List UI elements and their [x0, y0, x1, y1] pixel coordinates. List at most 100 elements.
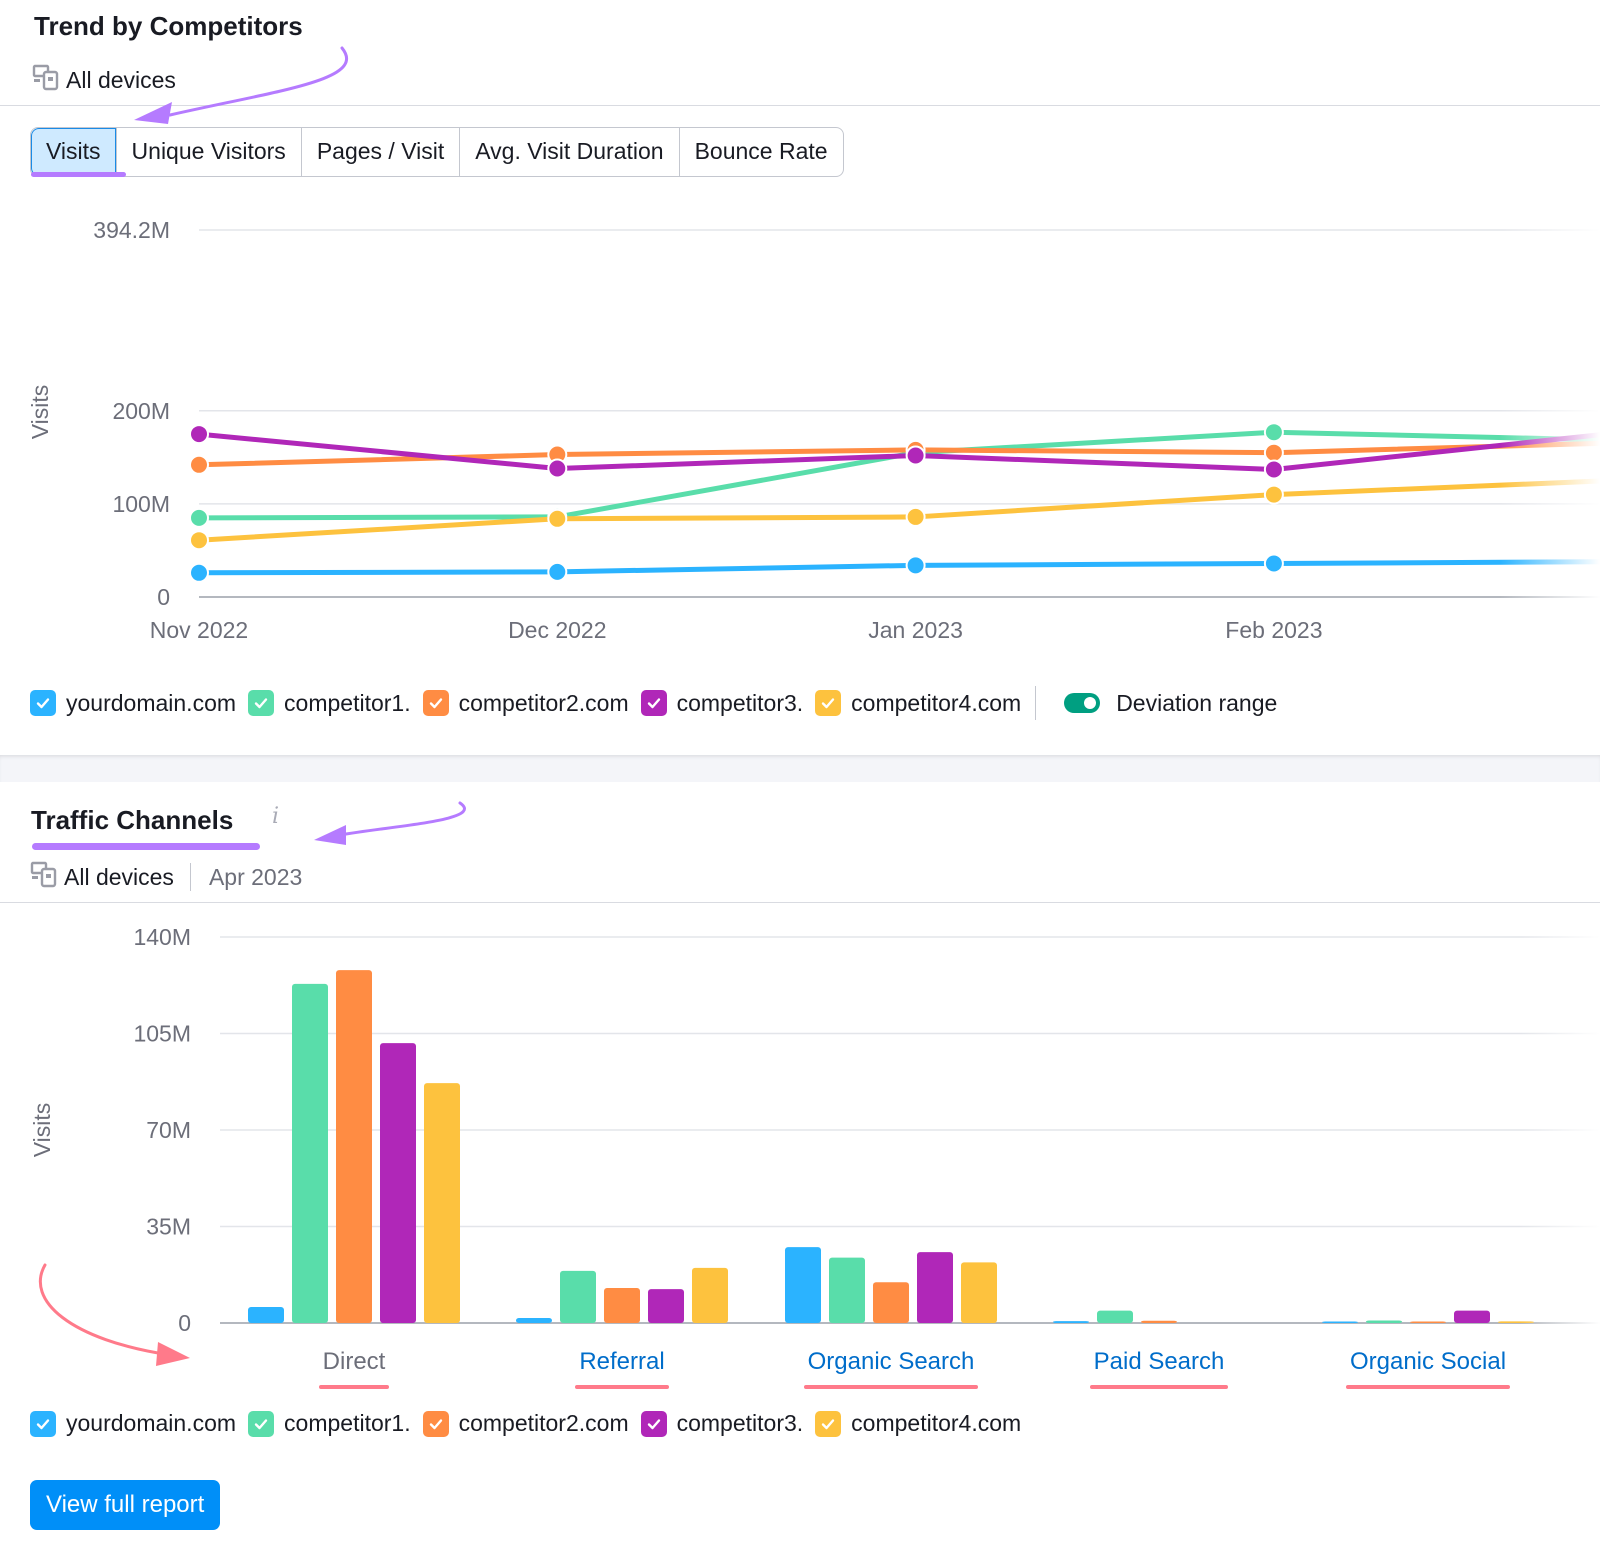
data-point[interactable]	[189, 454, 209, 475]
annotation-arrow-categories	[38, 1263, 190, 1366]
series-line	[198, 559, 1600, 576]
y-tick-label: 105M	[133, 1021, 191, 1047]
data-point[interactable]	[905, 555, 926, 576]
series-line	[198, 429, 1600, 521]
tab-bounce-rate[interactable]: Bounce Rate	[678, 128, 843, 176]
data-point[interactable]	[1263, 442, 1284, 463]
bar-competitor2[interactable]	[336, 970, 372, 1323]
legend-label: yourdomain.com	[66, 689, 237, 716]
tab-unique-visitors[interactable]: Unique Visitors	[115, 128, 301, 176]
tab-pages-per-visit[interactable]: Pages / Visit	[300, 128, 459, 176]
bar-competitor1[interactable]	[560, 1270, 596, 1323]
legend-label: competitor1.	[284, 1410, 411, 1436]
checkbox-competitor2[interactable]	[422, 1410, 449, 1437]
bar-competitor3[interactable]	[1454, 1310, 1490, 1323]
checkbox-competitor3[interactable]	[640, 690, 667, 716]
checkbox-yourdomain[interactable]	[30, 690, 56, 716]
data-point[interactable]	[189, 530, 209, 551]
checkbox-competitor3[interactable]	[640, 1410, 667, 1437]
bar-group-paid-search	[1053, 1310, 1177, 1323]
legend-item-yourdomain[interactable]: yourdomain.com	[30, 1410, 236, 1437]
checkbox-competitor4[interactable]	[815, 690, 842, 716]
bar-competitor1[interactable]	[1366, 1320, 1402, 1323]
checkbox-competitor2[interactable]	[422, 690, 449, 716]
data-point[interactable]	[1263, 484, 1284, 505]
data-point[interactable]	[189, 424, 209, 445]
data-point[interactable]	[1263, 422, 1284, 443]
legend-item-competitor4[interactable]: competitor4.com	[815, 690, 1021, 717]
x-tick-label: Jan 2023	[868, 617, 963, 643]
legend-item-competitor1[interactable]: competitor1.	[248, 1410, 411, 1437]
data-point[interactable]	[189, 562, 209, 583]
y-tick-label: 100M	[112, 491, 170, 517]
legend-item-competitor1[interactable]: competitor1.	[248, 690, 411, 717]
channels-period: Apr 2023	[208, 863, 303, 890]
annotation-arrow-title	[314, 801, 466, 845]
annotation-underline	[803, 1385, 979, 1389]
channels-device-label[interactable]: All devices	[64, 864, 174, 891]
checkbox-competitor1[interactable]	[248, 1410, 275, 1437]
legend-label: competitor3.	[676, 689, 804, 716]
bar-competitor2[interactable]	[604, 1287, 640, 1323]
bar-competitor2[interactable]	[1410, 1321, 1446, 1324]
channels-filter-row: All devices Apr 2023	[30, 860, 302, 894]
chart-fade-overlay	[1520, 910, 1600, 1330]
bar-yourdomain[interactable]	[1053, 1321, 1089, 1323]
data-point[interactable]	[547, 561, 568, 582]
category-label-referral[interactable]: Referral	[579, 1348, 664, 1376]
checkbox-yourdomain[interactable]	[30, 1410, 56, 1437]
data-point[interactable]	[189, 507, 209, 528]
checkbox-competitor1[interactable]	[248, 690, 275, 716]
bar-competitor1[interactable]	[1097, 1310, 1133, 1323]
legend-item-competitor3[interactable]: competitor3.	[640, 1410, 803, 1437]
annotation-underline	[1089, 1385, 1229, 1389]
data-point[interactable]	[905, 445, 926, 466]
bar-yourdomain[interactable]	[516, 1318, 552, 1323]
annotation-underline-title	[32, 843, 260, 850]
view-full-report-button[interactable]: View full report	[30, 1480, 221, 1530]
category-label-paid-search[interactable]: Paid Search	[1094, 1348, 1225, 1376]
legend-item-yourdomain[interactable]: yourdomain.com	[30, 690, 236, 717]
legend-item-competitor2[interactable]: competitor2.com	[422, 1410, 629, 1437]
bar-yourdomain[interactable]	[1322, 1321, 1358, 1324]
info-icon[interactable]: i	[272, 804, 279, 829]
bar-competitor4[interactable]	[961, 1262, 997, 1323]
bar-competitor1[interactable]	[829, 1257, 865, 1323]
bar-yourdomain[interactable]	[248, 1307, 284, 1323]
channels-title: Traffic Channels	[31, 805, 234, 835]
bar-competitor4[interactable]	[692, 1267, 728, 1323]
data-point[interactable]	[547, 458, 568, 479]
category-label-organic-search[interactable]: Organic Search	[808, 1348, 975, 1376]
bar-competitor4[interactable]	[424, 1083, 460, 1323]
legend-item-competitor4[interactable]: competitor4.com	[815, 1410, 1021, 1437]
data-point[interactable]	[547, 508, 568, 529]
y-tick-label: 140M	[133, 924, 191, 950]
category-label-organic-social[interactable]: Organic Social	[1350, 1348, 1506, 1376]
channels-header-divider	[0, 902, 1600, 903]
legend-separator	[1035, 686, 1037, 720]
legend-item-competitor2[interactable]: competitor2.com	[422, 690, 629, 717]
bar-competitor2[interactable]	[873, 1282, 909, 1323]
bar-competitor3[interactable]	[380, 1043, 416, 1323]
data-point[interactable]	[1263, 459, 1284, 480]
x-tick-label: Nov 2022	[150, 617, 248, 643]
toggle-switch[interactable]	[1064, 693, 1101, 713]
data-point[interactable]	[905, 506, 926, 527]
bar-competitor2[interactable]	[1141, 1320, 1177, 1323]
chart-fade-overlay	[1500, 200, 1600, 620]
legend-item-competitor3[interactable]: competitor3.	[640, 689, 804, 717]
deviation-range-toggle[interactable]: Deviation range	[1064, 690, 1277, 717]
tab-visits[interactable]: Visits	[31, 128, 116, 176]
checkbox-competitor4[interactable]	[815, 1410, 842, 1437]
metric-tabs: Visits Unique Visitors Pages / Visit Avg…	[30, 127, 844, 177]
category-label-direct: Direct	[322, 1348, 386, 1375]
bar-yourdomain[interactable]	[785, 1247, 821, 1323]
x-tick-label: Dec 2022	[508, 617, 606, 643]
annotation-arrow-visits	[134, 46, 349, 124]
data-point[interactable]	[1263, 553, 1284, 574]
legend-label: yourdomain.com	[66, 1410, 237, 1436]
bar-competitor3[interactable]	[648, 1289, 684, 1323]
bar-competitor1[interactable]	[292, 983, 328, 1323]
tab-avg-visit-duration[interactable]: Avg. Visit Duration	[459, 128, 678, 176]
bar-competitor3[interactable]	[917, 1252, 953, 1323]
